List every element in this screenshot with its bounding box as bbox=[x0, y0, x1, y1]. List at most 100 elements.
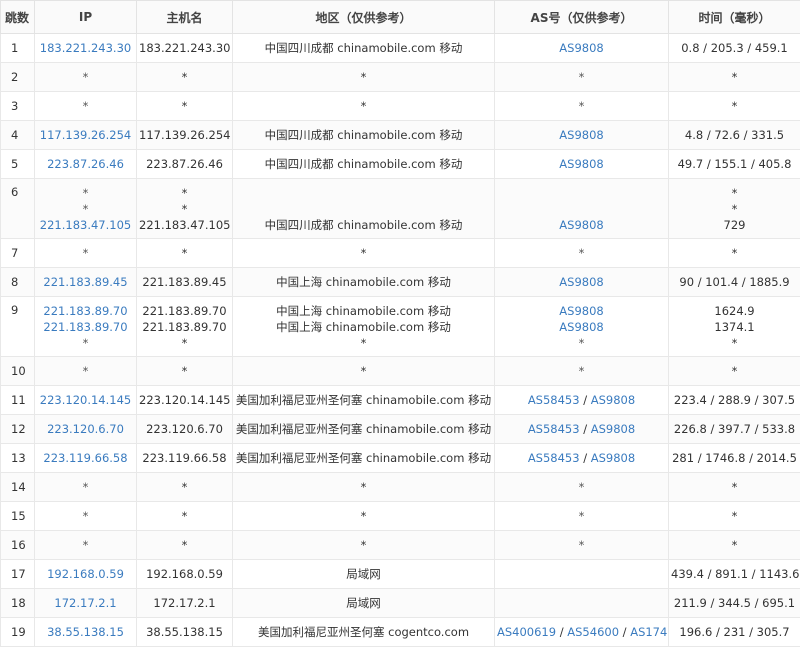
table-row: 10 * * * * * bbox=[0, 356, 800, 386]
cell-line: * bbox=[235, 335, 492, 351]
host-cell: 117.139.26.254 bbox=[136, 120, 233, 150]
region-cell: * bbox=[232, 501, 495, 531]
host-cell: * bbox=[136, 501, 233, 531]
as-link[interactable]: AS58453 bbox=[528, 451, 580, 465]
host-cell: 38.55.138.15 bbox=[136, 617, 233, 647]
table-row: 16 * * * * * bbox=[0, 530, 800, 560]
cell-line: 221.183.47.105 bbox=[37, 217, 134, 233]
cell-line bbox=[497, 185, 666, 201]
hop-number: 11 bbox=[0, 385, 35, 415]
time-cell: * bbox=[668, 472, 800, 502]
ip-link[interactable]: 192.168.0.59 bbox=[47, 567, 124, 581]
as-link[interactable]: AS9808 bbox=[559, 128, 603, 142]
time-value: * bbox=[731, 201, 738, 216]
time-cell: 196.6 / 231 / 305.7 bbox=[668, 617, 800, 647]
cell-line: AS9808 bbox=[497, 319, 666, 335]
ip-link[interactable]: 221.183.89.70 bbox=[43, 304, 127, 318]
table-row: 9 221.183.89.70 221.183.89.70 * 221.183.89.7… bbox=[0, 296, 800, 357]
as-cell: * bbox=[494, 238, 669, 268]
host-cell: 183.221.243.30 bbox=[136, 33, 233, 63]
cell-line: * bbox=[37, 335, 134, 351]
time-cell: * bbox=[668, 91, 800, 121]
ip-link[interactable]: 221.183.47.105 bbox=[40, 218, 131, 232]
ip-cell: * bbox=[34, 62, 137, 92]
host-cell: 221.183.89.45 bbox=[136, 267, 233, 297]
host-cell: * bbox=[136, 91, 233, 121]
ip-timeout: * bbox=[82, 537, 89, 552]
ip-link[interactable]: 38.55.138.15 bbox=[47, 625, 124, 639]
hop-number: 5 bbox=[0, 149, 35, 179]
ip-link[interactable]: 172.17.2.1 bbox=[54, 596, 116, 610]
ip-timeout: * bbox=[82, 185, 89, 200]
as-link[interactable]: AS9808 bbox=[591, 422, 635, 436]
cell-line: 中国四川成都 chinamobile.com 移动 bbox=[235, 217, 492, 233]
ip-timeout: * bbox=[82, 98, 89, 113]
time-cell: * * 729 bbox=[668, 178, 800, 239]
as-separator: / bbox=[556, 624, 568, 639]
cell-line: 1374.1 bbox=[671, 319, 798, 335]
region-cell: 中国四川成都 chinamobile.com 移动 bbox=[232, 33, 495, 63]
ip-cell: 221.183.89.70 221.183.89.70 * bbox=[34, 296, 137, 357]
as-link[interactable]: AS9808 bbox=[559, 275, 603, 289]
as-empty: * bbox=[578, 508, 585, 523]
ip-cell: * bbox=[34, 501, 137, 531]
as-cell: * bbox=[494, 530, 669, 560]
time-value: * bbox=[731, 335, 738, 350]
as-link[interactable]: AS9808 bbox=[559, 157, 603, 171]
host-cell: * bbox=[136, 472, 233, 502]
header-ip: IP bbox=[34, 0, 137, 34]
host-value: 221.183.89.70 bbox=[142, 319, 227, 334]
as-link[interactable]: AS54600 bbox=[567, 625, 619, 639]
as-cell: * bbox=[494, 501, 669, 531]
as-link[interactable]: AS9808 bbox=[559, 41, 603, 55]
as-link[interactable]: AS9808 bbox=[559, 304, 603, 318]
as-link[interactable]: AS400619 bbox=[497, 625, 556, 639]
time-cell: 90 / 101.4 / 1885.9 bbox=[668, 267, 800, 297]
as-link[interactable]: AS58453 bbox=[528, 422, 580, 436]
cell-line: 729 bbox=[671, 217, 798, 233]
ip-link[interactable]: 223.120.6.70 bbox=[47, 422, 124, 436]
cell-line: * bbox=[671, 201, 798, 217]
ip-link[interactable]: 221.183.89.70 bbox=[43, 320, 127, 334]
header-time: 时间（毫秒） bbox=[668, 0, 800, 34]
hop-number: 1 bbox=[0, 33, 35, 63]
hop-number: 10 bbox=[0, 356, 35, 386]
ip-cell: 223.120.6.70 bbox=[34, 414, 137, 444]
as-separator: / bbox=[579, 421, 591, 436]
as-empty: * bbox=[578, 98, 585, 113]
host-cell: * bbox=[136, 356, 233, 386]
ip-link[interactable]: 117.139.26.254 bbox=[40, 128, 131, 142]
as-link[interactable]: AS174 bbox=[630, 625, 667, 639]
as-link[interactable]: AS58453 bbox=[528, 393, 580, 407]
as-cell: AS9808 bbox=[494, 120, 669, 150]
ip-timeout: * bbox=[82, 245, 89, 260]
as-link[interactable]: AS9808 bbox=[559, 320, 603, 334]
time-cell: 226.8 / 397.7 / 533.8 bbox=[668, 414, 800, 444]
as-cell: AS9808 AS9808 * bbox=[494, 296, 669, 357]
hop-number: 7 bbox=[0, 238, 35, 268]
time-cell: 0.8 / 205.3 / 459.1 bbox=[668, 33, 800, 63]
region-cell: * bbox=[232, 91, 495, 121]
region-cell: 中国四川成都 chinamobile.com 移动 bbox=[232, 178, 495, 239]
cell-line bbox=[497, 201, 666, 217]
ip-link[interactable]: 223.119.66.58 bbox=[43, 451, 127, 465]
as-cell: AS58453 / AS9808 bbox=[494, 385, 669, 415]
ip-cell: 172.17.2.1 bbox=[34, 588, 137, 618]
as-cell: AS9808 bbox=[494, 178, 669, 239]
ip-link[interactable]: 223.120.14.145 bbox=[40, 393, 131, 407]
as-empty: * bbox=[578, 245, 585, 260]
as-link[interactable]: AS9808 bbox=[591, 451, 635, 465]
ip-link[interactable]: 221.183.89.45 bbox=[43, 275, 127, 289]
time-value: 1374.1 bbox=[714, 319, 755, 334]
as-link[interactable]: AS9808 bbox=[559, 218, 603, 232]
ip-link[interactable]: 223.87.26.46 bbox=[47, 157, 124, 171]
as-link[interactable]: AS9808 bbox=[591, 393, 635, 407]
region-cell: * bbox=[232, 62, 495, 92]
ip-link[interactable]: 183.221.243.30 bbox=[40, 41, 131, 55]
hop-number: 9 bbox=[0, 296, 35, 357]
hop-number: 4 bbox=[0, 120, 35, 150]
table-row: 15 * * * * * bbox=[0, 501, 800, 531]
host-cell: * bbox=[136, 62, 233, 92]
cell-line: * bbox=[139, 335, 230, 351]
ip-timeout: * bbox=[82, 508, 89, 523]
